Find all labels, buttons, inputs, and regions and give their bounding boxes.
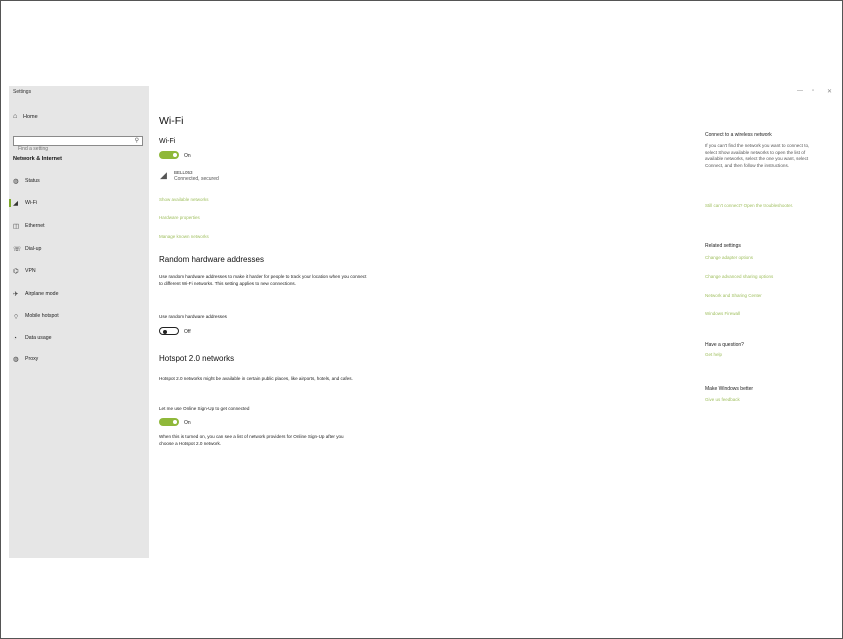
random-hw-description: Use random hardware addresses to make it… <box>159 274 367 286</box>
close-button[interactable]: ✕ <box>827 88 832 95</box>
data-usage-icon: ◔ <box>13 334 17 342</box>
sidebar-item-label: Data usage <box>25 335 52 341</box>
change-advanced-sharing-link[interactable]: Change advanced sharing options <box>705 274 817 281</box>
connected-network[interactable]: ◢ BELL053 Connected, secured <box>160 170 219 182</box>
airplane-icon: ✈ <box>13 291 19 298</box>
give-feedback-link[interactable]: Give us feedback <box>705 397 817 404</box>
vpn-icon: ⌬ <box>13 268 19 275</box>
sidebar-item-label: Mobile hotspot <box>25 313 59 319</box>
wifi-heading: Wi-Fi <box>159 138 176 145</box>
sidebar-item-airplane-mode[interactable]: ✈ Airplane mode <box>13 289 145 299</box>
hotspot-toggle-state: On <box>184 420 191 426</box>
sidebar-item-label: Ethernet <box>25 223 45 229</box>
toggle-knob <box>172 420 177 424</box>
maximize-button[interactable]: ▫ <box>812 88 814 94</box>
sidebar-item-label: Status <box>25 178 40 184</box>
sidebar-item-label: Proxy <box>25 356 39 362</box>
wifi-toggle-state: On <box>184 153 191 159</box>
sidebar-item-status[interactable]: ◍ Status <box>13 176 145 186</box>
show-available-networks-link[interactable]: Show available networks <box>159 197 209 202</box>
home-icon: ⌂ <box>13 113 18 120</box>
main-content: Wi-Fi Wi-Fi On ◢ BELL053 Connected, secu… <box>159 86 719 558</box>
manage-known-networks-link[interactable]: Manage known networks <box>159 234 209 239</box>
sidebar-item-label: VPN <box>25 268 36 274</box>
toggle-knob <box>172 153 177 157</box>
hotspot-icon: ⌔ <box>13 313 20 321</box>
sidebar-item-proxy[interactable]: ◍ Proxy <box>13 354 145 364</box>
troubleshooter-link[interactable]: Still can't connect? Open the troublesho… <box>705 203 817 210</box>
random-hw-toggle[interactable] <box>159 327 179 335</box>
sidebar-item-dialup[interactable]: ☏ Dial-up <box>13 244 145 254</box>
sidebar-item-mobile-hotspot[interactable]: ⌔ Mobile hotspot <box>13 311 145 321</box>
hotspot-toggle-label: Let me use Online Sign-Up to get connect… <box>159 406 250 411</box>
related-settings-heading: Related settings <box>705 243 741 249</box>
sidebar-item-label: Wi-Fi <box>25 200 38 206</box>
toggle-knob <box>162 329 167 334</box>
wifi-toggle[interactable] <box>159 151 179 159</box>
feedback-heading: Make Windows better <box>705 386 754 392</box>
question-heading: Have a question? <box>705 342 744 348</box>
wifi-signal-icon: ◢ <box>160 170 167 180</box>
dialup-icon: ☏ <box>13 246 22 253</box>
connect-text: If you can't find the network you want t… <box>705 143 810 168</box>
hotspot-note: When this is turned on, you can see a li… <box>159 434 344 446</box>
hotspot-description: Hotspot 2.0 networks might be available … <box>159 376 353 381</box>
app-title: Settings <box>13 89 32 95</box>
ethernet-icon: ◫ <box>13 223 20 230</box>
random-hw-toggle-state: Off <box>184 329 191 335</box>
search-box[interactable]: ⚲ <box>13 136 143 153</box>
hotspot-toggle[interactable] <box>159 418 179 426</box>
globe-icon: ◍ <box>13 356 19 363</box>
windows-firewall-link[interactable]: Windows Firewall <box>705 311 817 318</box>
sidebar: Settings ⌂ Home ⚲ Network & Internet ◍ S… <box>9 86 149 558</box>
globe-icon: ◍ <box>13 178 19 185</box>
settings-window: Settings ⌂ Home ⚲ Network & Internet ◍ S… <box>9 86 835 558</box>
random-hw-heading: Random hardware addresses <box>159 255 264 264</box>
random-hw-toggle-label: Use random hardware addresses <box>159 314 227 319</box>
search-icon[interactable]: ⚲ <box>135 137 139 144</box>
get-help-link[interactable]: Get help <box>705 352 817 359</box>
sidebar-item-data-usage[interactable]: ◔ Data usage <box>13 333 145 343</box>
sidebar-item-ethernet[interactable]: ◫ Ethernet <box>13 221 145 231</box>
section-heading: Network & Internet <box>13 156 62 162</box>
sidebar-item-label: Dial-up <box>25 246 42 252</box>
minimize-button[interactable]: — <box>797 88 803 94</box>
search-input[interactable] <box>14 145 128 153</box>
home-link[interactable]: ⌂ Home <box>13 113 38 120</box>
network-sharing-center-link[interactable]: Network and Sharing Center <box>705 293 817 300</box>
sidebar-item-wifi[interactable]: ◢ Wi-Fi <box>9 198 145 208</box>
connect-heading: Connect to a wireless network <box>705 132 772 138</box>
change-adapter-options-link[interactable]: Change adapter options <box>705 255 817 262</box>
page-title: Wi-Fi <box>159 115 184 127</box>
network-status: Connected, secured <box>174 176 219 182</box>
wifi-icon: ◢ <box>13 200 18 207</box>
hotspot-heading: Hotspot 2.0 networks <box>159 354 235 363</box>
sidebar-item-vpn[interactable]: ⌬ VPN <box>13 266 145 276</box>
sidebar-item-label: Airplane mode <box>25 291 59 297</box>
hardware-properties-link[interactable]: Hardware properties <box>159 215 200 220</box>
home-label: Home <box>23 113 38 120</box>
